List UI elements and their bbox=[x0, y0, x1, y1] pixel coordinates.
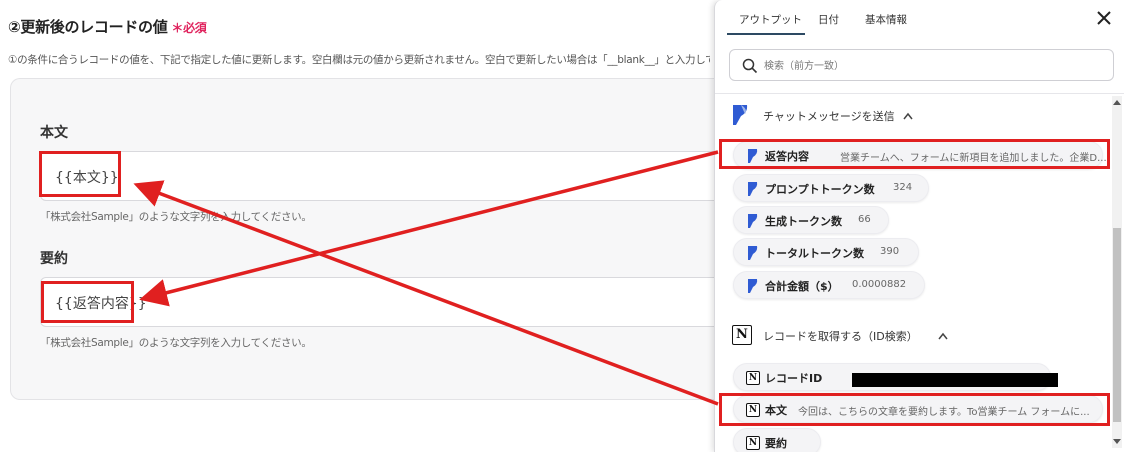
search-icon bbox=[742, 58, 758, 74]
panel-scrollbar[interactable] bbox=[1112, 96, 1122, 448]
chip-value: 390 bbox=[880, 246, 900, 257]
panel-tabs: アウトプット 日付 基本情報 bbox=[715, 0, 1124, 36]
output-chip-prompt-tokens[interactable]: プロンプトトークン数 324 bbox=[733, 174, 929, 202]
chip-value: 324 bbox=[893, 182, 913, 193]
chip-label: 要約 bbox=[765, 437, 787, 450]
group-header-chat-message[interactable]: チャットメッセージを送信 bbox=[731, 104, 951, 128]
redacted-value bbox=[852, 373, 1058, 387]
honbun-hint: 「株式会社Sample」のような文字列を入力してください。 bbox=[40, 211, 312, 223]
search-box[interactable] bbox=[729, 49, 1114, 81]
highlight-box-reply bbox=[719, 139, 1110, 169]
chip-label: 生成トークン数 bbox=[765, 215, 842, 228]
required-badge: ＊必須 bbox=[171, 21, 207, 35]
scroll-down-arrow[interactable] bbox=[1113, 439, 1121, 444]
field-label-honbun: 本文 bbox=[40, 125, 68, 141]
notion-icon: N bbox=[732, 325, 752, 345]
chevron-up-icon bbox=[903, 112, 913, 120]
panel-divider bbox=[715, 93, 1124, 94]
perplexity-icon bbox=[748, 246, 758, 260]
chip-label: プロンプトトークン数 bbox=[765, 183, 875, 196]
output-chip-youyaku[interactable]: N 要約 bbox=[733, 428, 821, 452]
notion-icon: N bbox=[746, 436, 760, 450]
notion-icon: N bbox=[746, 371, 760, 385]
output-chip-total-cost[interactable]: 合計金額（$） 0.0000882 bbox=[733, 271, 925, 299]
chip-label: トータルトークン数 bbox=[765, 247, 864, 260]
highlight-box-youyaku bbox=[41, 281, 134, 323]
perplexity-icon bbox=[748, 182, 758, 196]
chevron-up-icon bbox=[938, 332, 948, 340]
tab-date[interactable]: 日付 bbox=[818, 12, 839, 27]
form-description: ①の条件に合うレコードの値を、下記で指定した値に更新します。空白欄は元の値から更… bbox=[8, 54, 710, 66]
perplexity-icon bbox=[733, 105, 748, 125]
output-panel: アウトプット 日付 基本情報 チャットメッセージを送信 返答内容 営業チームへ、… bbox=[714, 0, 1124, 452]
output-chip-record-id[interactable]: N レコードID bbox=[733, 363, 1058, 391]
active-tab-indicator bbox=[727, 33, 805, 35]
tab-basic-info[interactable]: 基本情報 bbox=[865, 12, 907, 27]
youyaku-input[interactable]: {{返答内容}} bbox=[40, 277, 730, 327]
youyaku-hint: 「株式会社Sample」のような文字列を入力してください。 bbox=[40, 337, 312, 349]
group-header-get-record[interactable]: N レコードを取得する（ID検索） bbox=[731, 324, 961, 348]
output-chip-generated-tokens[interactable]: 生成トークン数 66 bbox=[733, 206, 889, 234]
group-title-chat-message: チャットメッセージを送信 bbox=[763, 110, 895, 123]
scrollbar-thumb[interactable] bbox=[1113, 228, 1121, 422]
form-title: ②更新後のレコードの値 ＊必須 bbox=[8, 16, 207, 37]
chip-label: 合計金額（$） bbox=[765, 280, 839, 293]
form-title-text: ②更新後のレコードの値 bbox=[8, 18, 168, 36]
output-chip-total-tokens[interactable]: トータルトークン数 390 bbox=[733, 238, 919, 266]
perplexity-icon bbox=[748, 214, 758, 228]
highlight-box-honbun bbox=[39, 151, 121, 197]
highlight-box-record-honbun bbox=[719, 393, 1110, 426]
field-label-youyaku: 要約 bbox=[40, 251, 68, 267]
search-input[interactable] bbox=[764, 56, 1094, 76]
tab-output[interactable]: アウトプット bbox=[739, 12, 802, 27]
chip-label: レコードID bbox=[765, 372, 823, 385]
chip-value: 0.0000882 bbox=[852, 279, 907, 290]
perplexity-icon bbox=[748, 279, 758, 293]
close-icon[interactable] bbox=[1094, 8, 1114, 28]
scroll-up-arrow[interactable] bbox=[1113, 100, 1121, 105]
chip-value: 66 bbox=[858, 214, 871, 225]
honbun-input[interactable]: {{本文}} bbox=[40, 151, 730, 201]
form-card bbox=[10, 78, 726, 400]
group-title-get-record: レコードを取得する（ID検索） bbox=[763, 330, 918, 343]
